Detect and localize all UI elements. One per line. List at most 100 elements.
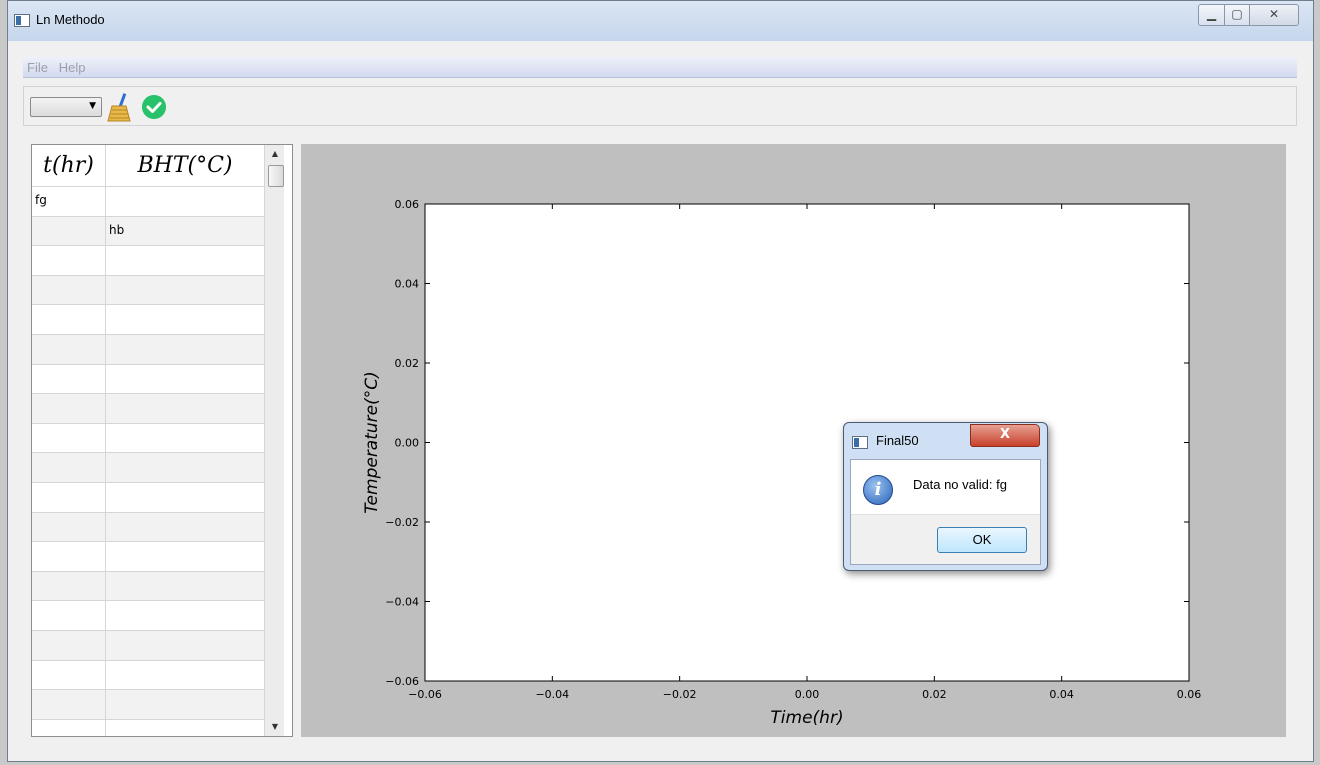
cell-bht[interactable] [106, 513, 264, 542]
cell-bht[interactable] [106, 690, 264, 719]
table-row[interactable] [32, 246, 264, 276]
cell-time[interactable] [32, 601, 106, 630]
vertical-scrollbar[interactable]: ▲ ▼ [264, 145, 284, 736]
title-bar[interactable]: Ln Methodo ▁ ▢ ✕ [8, 1, 1313, 41]
menu-file[interactable]: File [23, 57, 51, 75]
cell-time[interactable] [32, 571, 106, 601]
table-row[interactable] [32, 660, 264, 691]
cell-time[interactable] [32, 364, 106, 394]
x-tick-label: 0.02 [922, 688, 947, 701]
x-tick-label: −0.04 [535, 688, 569, 701]
table-row[interactable] [32, 719, 264, 736]
dialog-title: Final50 [876, 433, 919, 448]
cell-time[interactable] [32, 542, 106, 571]
cell-bht[interactable] [106, 335, 264, 364]
x-tick-label: −0.02 [663, 688, 697, 701]
cell-bht[interactable] [106, 365, 264, 394]
header-bht[interactable]: BHT(°C) [106, 145, 264, 187]
cell-bht[interactable] [106, 601, 264, 630]
ok-button[interactable]: OK [937, 527, 1027, 553]
y-tick-label: 0.00 [395, 437, 420, 450]
dialog-body: i Data no valid: fg OK [850, 459, 1041, 565]
chevron-down-icon: ▼ [89, 101, 96, 111]
x-axis-label: Time(hr) [770, 708, 843, 728]
scroll-thumb[interactable] [268, 165, 284, 187]
y-tick-label: 0.04 [395, 278, 420, 291]
cell-time[interactable] [32, 512, 106, 542]
x-tick-label: 0.04 [1049, 688, 1074, 701]
cell-time[interactable] [32, 246, 106, 275]
table-row[interactable] [32, 334, 264, 365]
x-tick-label: 0.00 [795, 688, 820, 701]
cell-bht[interactable] [106, 187, 264, 216]
cell-bht[interactable] [106, 305, 264, 334]
cell-time[interactable] [32, 216, 106, 246]
cell-bht[interactable] [106, 424, 264, 453]
cell-time[interactable] [32, 334, 106, 364]
cell-bht[interactable] [106, 720, 264, 736]
x-tick-label: −0.06 [408, 688, 442, 701]
y-tick-label: −0.04 [385, 596, 419, 609]
menu-help[interactable]: Help [55, 57, 89, 75]
cell-bht[interactable] [106, 453, 264, 482]
dialog-footer: OK [851, 514, 1040, 564]
cell-time[interactable] [32, 275, 106, 305]
cell-time[interactable] [32, 660, 106, 690]
cell-time[interactable] [32, 423, 106, 453]
cell-time[interactable] [32, 719, 106, 736]
cell-bht[interactable] [106, 276, 264, 305]
close-button[interactable]: ✕ [1249, 4, 1299, 26]
cell-bht[interactable] [106, 483, 264, 512]
table-row[interactable] [32, 630, 264, 661]
y-tick-label: −0.06 [385, 675, 419, 688]
cell-bht[interactable]: hb [106, 217, 264, 246]
table-row[interactable] [32, 482, 264, 513]
method-combo[interactable]: ▼ [30, 97, 102, 117]
minimize-button[interactable]: ▁ [1198, 4, 1225, 26]
window-title: Ln Methodo [36, 12, 105, 27]
data-table[interactable]: t(hr) BHT(°C) fg hb ▲ ▼ [31, 144, 293, 737]
table-row[interactable] [32, 305, 264, 335]
broom-icon[interactable] [106, 92, 132, 122]
cell-time[interactable] [32, 305, 106, 334]
scroll-up-icon[interactable]: ▲ [265, 145, 285, 163]
plot-area [424, 203, 1190, 682]
table-row[interactable] [32, 453, 264, 483]
table-row[interactable]: fg [32, 187, 264, 217]
table-row[interactable] [32, 601, 264, 631]
y-axis-label: Temperature(°C) [362, 371, 382, 513]
table-row[interactable]: hb [32, 216, 264, 247]
table-body: fg hb [32, 187, 264, 736]
dialog-message: Data no valid: fg [913, 477, 1007, 492]
table-row[interactable] [32, 275, 264, 306]
table-row[interactable] [32, 423, 264, 454]
table-row[interactable] [32, 571, 264, 602]
cell-bht[interactable] [106, 542, 264, 571]
cell-time[interactable] [32, 453, 106, 482]
cell-time[interactable] [32, 690, 106, 719]
header-time[interactable]: t(hr) [32, 145, 106, 187]
y-tick-label: 0.02 [395, 357, 420, 370]
table-row[interactable] [32, 394, 264, 424]
cell-time[interactable] [32, 482, 106, 512]
y-tick-label: 0.06 [395, 198, 420, 211]
message-dialog: Final50 X i Data no valid: fg OK [843, 422, 1048, 571]
x-tick-label: 0.06 [1177, 688, 1202, 701]
table-row[interactable] [32, 542, 264, 572]
check-icon[interactable] [142, 95, 166, 119]
table-header: t(hr) BHT(°C) [32, 145, 264, 187]
dialog-close-button[interactable]: X [970, 424, 1040, 447]
cell-bht[interactable] [106, 661, 264, 690]
maximize-button[interactable]: ▢ [1224, 4, 1250, 26]
table-row[interactable] [32, 690, 264, 720]
cell-time[interactable] [32, 630, 106, 660]
cell-time[interactable] [32, 394, 106, 423]
cell-time[interactable]: fg [32, 187, 106, 216]
cell-bht[interactable] [106, 631, 264, 660]
table-row[interactable] [32, 364, 264, 395]
cell-bht[interactable] [106, 572, 264, 601]
cell-bht[interactable] [106, 246, 264, 275]
table-row[interactable] [32, 512, 264, 543]
scroll-down-icon[interactable]: ▼ [265, 718, 285, 736]
cell-bht[interactable] [106, 394, 264, 423]
